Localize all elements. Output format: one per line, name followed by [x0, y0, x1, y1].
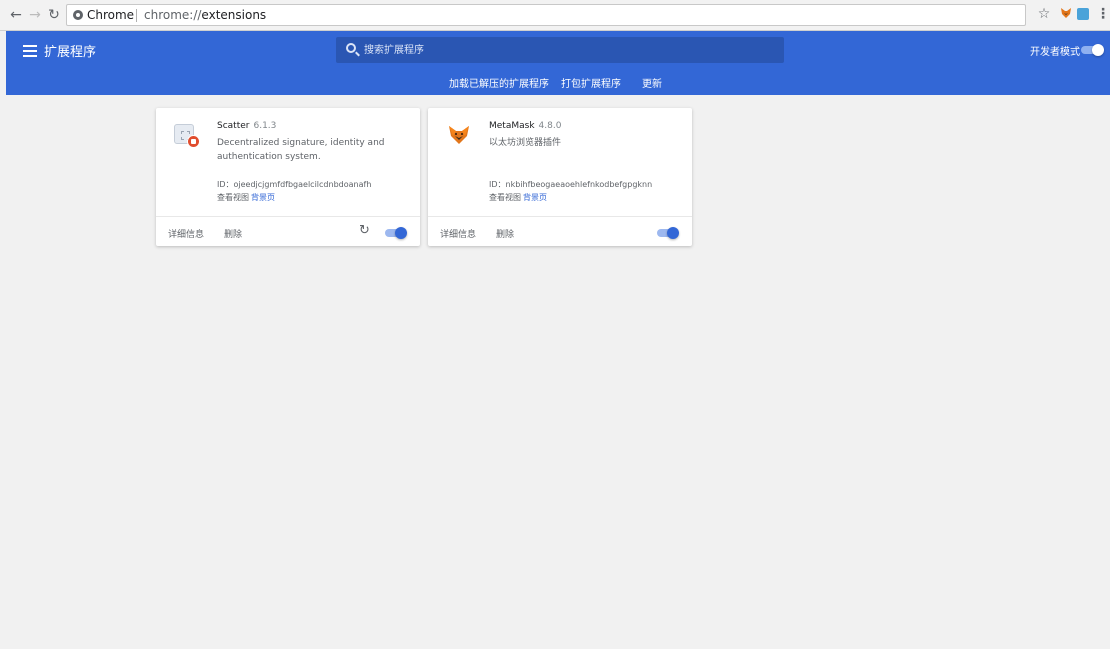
remove-button[interactable]: 删除: [224, 227, 242, 240]
address-url[interactable]: chrome://extensions: [144, 8, 266, 22]
extension-version: 6.1.3: [253, 121, 277, 131]
update-button[interactable]: 更新: [642, 75, 662, 90]
extension-description: 以太坊浏览器插件: [489, 138, 562, 148]
details-button[interactable]: 详细信息: [440, 227, 476, 240]
extensions-header: 扩展程序 开发者模式 加载已解压的扩展程序 打包扩展程序 更新: [6, 31, 1110, 95]
metamask-extension-icon[interactable]: [1058, 6, 1074, 22]
dev-mode-toggle[interactable]: [1079, 44, 1104, 56]
extension-name: MetaMask 4.8.0: [489, 121, 562, 131]
inspect-views: 查看视图 背景页: [217, 193, 275, 202]
back-arrow-icon[interactable]: ←: [6, 5, 26, 25]
address-separator: [136, 9, 137, 22]
site-label: Chrome: [87, 8, 135, 22]
extension-card-scatter: Scatter 6.1.3 Decentralized signature, id…: [156, 108, 420, 246]
enable-toggle[interactable]: [383, 227, 407, 239]
hamburger-menu-icon[interactable]: [23, 45, 37, 57]
background-page-link[interactable]: 背景页: [523, 193, 547, 202]
enable-toggle[interactable]: [655, 227, 679, 239]
details-button[interactable]: 详细信息: [168, 227, 204, 240]
puzzle-icon: [174, 122, 200, 148]
browser-toolbar: ← → ↻ Chrome chrome://extensions ☆ ⋮: [0, 0, 1110, 31]
dev-mode-label: 开发者模式: [1030, 47, 1080, 58]
search-input[interactable]: [364, 41, 764, 59]
address-bar[interactable]: Chrome chrome://extensions: [66, 4, 1026, 26]
extension-id: ID：ojeedjcjgmfdfbgaelcilcdnbdoanafh: [217, 180, 372, 189]
extension-id: ID：nkbihfbeogaeaoehlefnkodbefgpgknn: [489, 180, 653, 189]
load-unpacked-button[interactable]: 加载已解压的扩展程序: [449, 75, 549, 90]
error-badge-icon: [187, 135, 200, 148]
pack-extension-button[interactable]: 打包扩展程序: [561, 75, 621, 90]
extension-name: Scatter 6.1.3: [217, 121, 277, 131]
chrome-site-icon: [73, 10, 83, 20]
extension-card-metamask: MetaMask 4.8.0 以太坊浏览器插件 ID：nkbihfbeogaeao…: [428, 108, 692, 246]
search-box[interactable]: [336, 37, 784, 63]
scatter-extension-icon[interactable]: [1077, 8, 1089, 20]
extension-description: Decentralized signature, identity and au…: [217, 138, 385, 162]
background-page-link[interactable]: 背景页: [251, 193, 275, 202]
page-title: 扩展程序: [44, 45, 97, 60]
card-divider: [428, 216, 692, 217]
remove-button[interactable]: 删除: [496, 227, 514, 240]
card-divider: [156, 216, 420, 217]
reload-extension-icon[interactable]: ↻: [359, 224, 371, 237]
forward-arrow-icon[interactable]: →: [25, 5, 45, 25]
inspect-views: 查看视图 背景页: [489, 193, 547, 202]
bookmark-star-icon[interactable]: ☆: [1036, 6, 1052, 22]
extension-version: 4.8.0: [538, 121, 562, 131]
search-icon: [346, 43, 356, 53]
fox-icon: [446, 122, 472, 148]
reload-icon[interactable]: ↻: [44, 5, 64, 25]
more-menu-icon[interactable]: ⋮: [1095, 6, 1110, 22]
